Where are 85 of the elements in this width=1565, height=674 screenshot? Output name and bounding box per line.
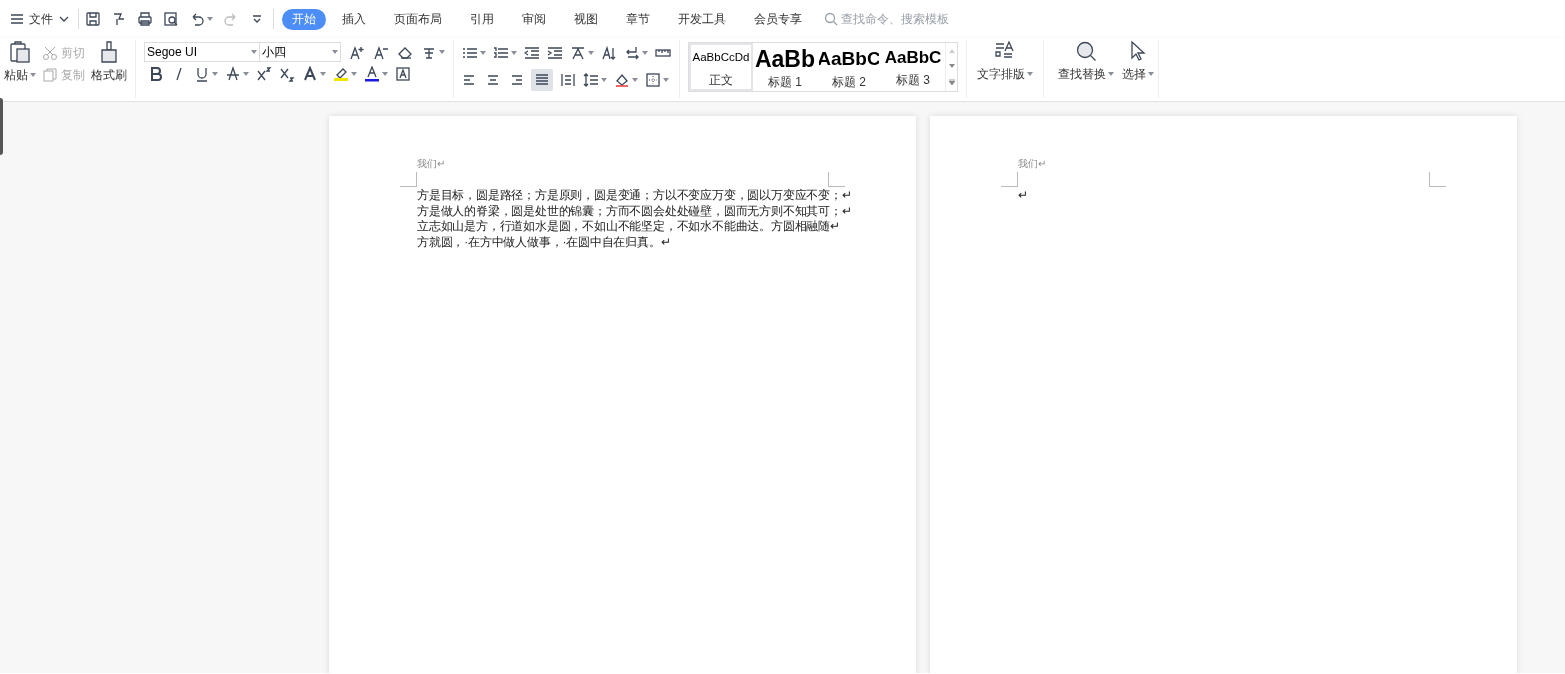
body-text-line: 方是目标，圆是路径；方是原则，圆是变通；方以不变应万变，圆以万变应不变；↵ [417, 188, 852, 204]
body-text-line: 方是做人的脊梁，圆是处世的锦囊；方而不圆会处处碰壁，圆而无方则不知其可；↵ [417, 203, 852, 219]
ribbon-tab[interactable]: 会员专享 [742, 8, 814, 30]
caret-icon[interactable] [207, 17, 213, 21]
ribbon-tab[interactable]: 章节 [614, 8, 662, 30]
line-break-icon[interactable] [624, 45, 640, 61]
style-preset[interactable]: AaBbC 标题 3 [881, 43, 945, 91]
scroll-down-icon[interactable] [948, 64, 955, 68]
sort-icon[interactable] [601, 45, 617, 61]
increase-indent-icon[interactable] [547, 45, 563, 61]
clipboard-icon[interactable] [8, 40, 32, 64]
caret-icon[interactable] [588, 51, 594, 55]
character-border-icon[interactable] [395, 66, 411, 82]
caret-icon[interactable] [243, 72, 249, 76]
text-direction-icon[interactable] [570, 45, 586, 61]
caret-icon[interactable] [601, 78, 607, 82]
ribbon-tab[interactable]: 视图 [562, 8, 610, 30]
search-icon[interactable] [1075, 40, 1097, 62]
scroll-indicator [0, 98, 3, 155]
expand-gallery-icon[interactable] [948, 79, 955, 86]
margin-corner-mark [1429, 172, 1446, 187]
strikethrough-icon[interactable] [225, 66, 241, 82]
margin-corner-mark [828, 172, 845, 187]
caret-icon[interactable] [382, 72, 388, 76]
numbered-list-icon[interactable] [493, 45, 509, 61]
borders-icon[interactable] [645, 72, 661, 88]
decrease-indent-icon[interactable] [524, 45, 540, 61]
ribbon-tab[interactable]: 开发工具 [666, 8, 738, 30]
font-color-icon[interactable] [364, 66, 380, 82]
print-icon[interactable] [137, 11, 153, 27]
caret-icon[interactable] [480, 51, 486, 55]
bullet-list-icon[interactable] [462, 45, 478, 61]
caret-icon[interactable] [332, 50, 338, 54]
align-center-icon[interactable] [485, 72, 501, 88]
style-preset[interactable]: AaBbCcDd 正文 [689, 43, 753, 91]
caret-icon[interactable] [632, 78, 638, 82]
body-text-line: 方就圆，·在方中做人做事，·在圆中自在归真。↵ [417, 234, 672, 250]
caret-icon[interactable] [351, 72, 357, 76]
caret-icon[interactable] [642, 51, 648, 55]
highlighter-icon[interactable] [333, 66, 349, 82]
shrink-font-icon[interactable] [373, 44, 389, 60]
menu-icon[interactable] [10, 11, 24, 27]
distributed-icon[interactable] [560, 72, 576, 88]
grow-font-icon[interactable] [349, 44, 365, 60]
ribbon-tab[interactable]: 引用 [458, 8, 506, 30]
shading-icon[interactable] [614, 72, 630, 88]
print-preview-icon[interactable] [163, 11, 179, 27]
body-text-line: ↵ [1018, 188, 1028, 204]
gallery-scroll[interactable] [945, 43, 957, 91]
caret-icon[interactable] [1027, 72, 1033, 76]
margin-corner-mark [400, 172, 417, 187]
font-family-dropdown[interactable]: Segoe UI [145, 43, 260, 61]
font-size-dropdown[interactable]: 小四 [260, 43, 340, 61]
body-text-line: 立志如山是方，行道如水是圆，不如山不能坚定，不如水不能曲达。方圆相融随↵ [417, 219, 841, 235]
underline-icon[interactable] [194, 66, 210, 82]
caret-icon[interactable] [30, 73, 36, 77]
superscript-icon[interactable] [256, 66, 272, 82]
search-icon [824, 12, 838, 26]
caret-icon[interactable] [663, 78, 669, 82]
subscript-icon[interactable] [279, 66, 295, 82]
menu-button[interactable]: 文件 [8, 7, 72, 31]
margin-corner-mark [1001, 172, 1018, 187]
paste-button[interactable]: 粘贴 [4, 40, 36, 84]
tool-button[interactable]: 查找替换 [1044, 40, 1118, 83]
caret-icon[interactable] [320, 72, 326, 76]
caret-icon[interactable] [439, 50, 445, 54]
tool-button[interactable]: 文字排版 [967, 40, 1044, 98]
caret-icon[interactable] [251, 50, 257, 54]
caret-icon[interactable] [1148, 72, 1154, 76]
page-header-text: 我们↵ [417, 157, 445, 171]
caret-icon[interactable] [212, 72, 218, 76]
tool-button[interactable]: 选择 [1118, 40, 1159, 98]
line-spacing-icon[interactable] [583, 72, 599, 88]
caret-icon[interactable] [1108, 72, 1114, 76]
search-field[interactable]: 查找命令、搜索模板 [824, 10, 971, 28]
page-header-text: 我们↵ [1018, 157, 1046, 171]
text-effect-icon[interactable] [302, 66, 318, 82]
bold-icon[interactable] [148, 66, 164, 82]
ribbon-tab[interactable]: 页面布局 [382, 8, 454, 30]
style-preset[interactable]: AaBb 标题 1 [753, 43, 817, 91]
save-icon[interactable] [85, 11, 101, 27]
caret-icon[interactable] [511, 51, 517, 55]
format-painter-button[interactable]: 格式刷 [91, 40, 127, 84]
ribbon-tab[interactable]: 插入 [330, 8, 378, 30]
ribbon-tab[interactable]: 审阅 [510, 8, 558, 30]
